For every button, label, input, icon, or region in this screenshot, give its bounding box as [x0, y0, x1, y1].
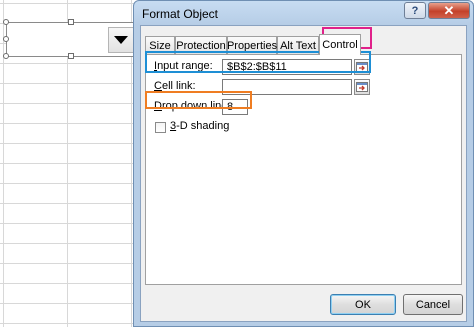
dialog-title: Format Object — [142, 7, 219, 21]
control-panel: Input range: $B$2:$B$11 Cell link: Drop … — [145, 54, 462, 285]
tab-control[interactable]: Control — [319, 34, 361, 55]
combo-dropdown-button[interactable] — [108, 27, 134, 53]
tab-label: Control — [322, 39, 358, 51]
shading-label: 3-D shading — [170, 120, 230, 132]
range-select-icon — [356, 82, 368, 92]
ok-button[interactable]: OK — [330, 294, 396, 315]
tab-label: Size — [149, 39, 171, 52]
drop-down-lines-field[interactable]: 8 — [222, 99, 248, 115]
help-icon: ? — [411, 4, 419, 17]
resize-handle[interactable] — [3, 19, 9, 25]
resize-handle[interactable] — [3, 36, 9, 42]
title-bar[interactable]: Format Object ? ✕ — [134, 1, 473, 25]
tab-protection[interactable]: Protection — [175, 36, 227, 54]
input-range-value: $B$2:$B$11 — [227, 61, 287, 73]
close-icon: ✕ — [443, 2, 455, 18]
resize-handle[interactable] — [68, 19, 74, 25]
shading-checkbox[interactable] — [155, 122, 166, 133]
tab-label: Properties — [226, 39, 278, 52]
cancel-button[interactable]: Cancel — [403, 294, 463, 315]
triangle-down-icon — [114, 36, 128, 44]
resize-handle[interactable] — [3, 53, 9, 59]
input-range-field[interactable]: $B$2:$B$11 — [222, 59, 352, 75]
resize-handle[interactable] — [68, 53, 74, 59]
cell-link-label: Cell link: — [154, 80, 196, 92]
input-range-ref-button[interactable] — [354, 59, 370, 75]
cell-link-ref-button[interactable] — [354, 79, 370, 95]
format-object-dialog: Format Object ? ✕ Size Protection Proper… — [133, 0, 474, 327]
help-button[interactable]: ? — [404, 2, 426, 19]
tab-properties[interactable]: Properties — [227, 36, 277, 54]
close-button[interactable]: ✕ — [428, 2, 470, 19]
dialog-body: Size Protection Properties Alt Text Cont… — [140, 25, 467, 322]
tab-label: Alt Text — [280, 39, 316, 52]
ok-label: OK — [355, 298, 371, 311]
cancel-label: Cancel — [415, 298, 451, 311]
tab-alt-text[interactable]: Alt Text — [277, 36, 319, 54]
tab-label: Protection — [176, 39, 226, 52]
drop-down-lines-value: 8 — [227, 101, 234, 113]
cell-link-field[interactable] — [222, 79, 352, 95]
input-range-label: Input range: — [154, 60, 213, 72]
tab-size[interactable]: Size — [145, 36, 175, 54]
range-select-icon — [356, 62, 368, 72]
